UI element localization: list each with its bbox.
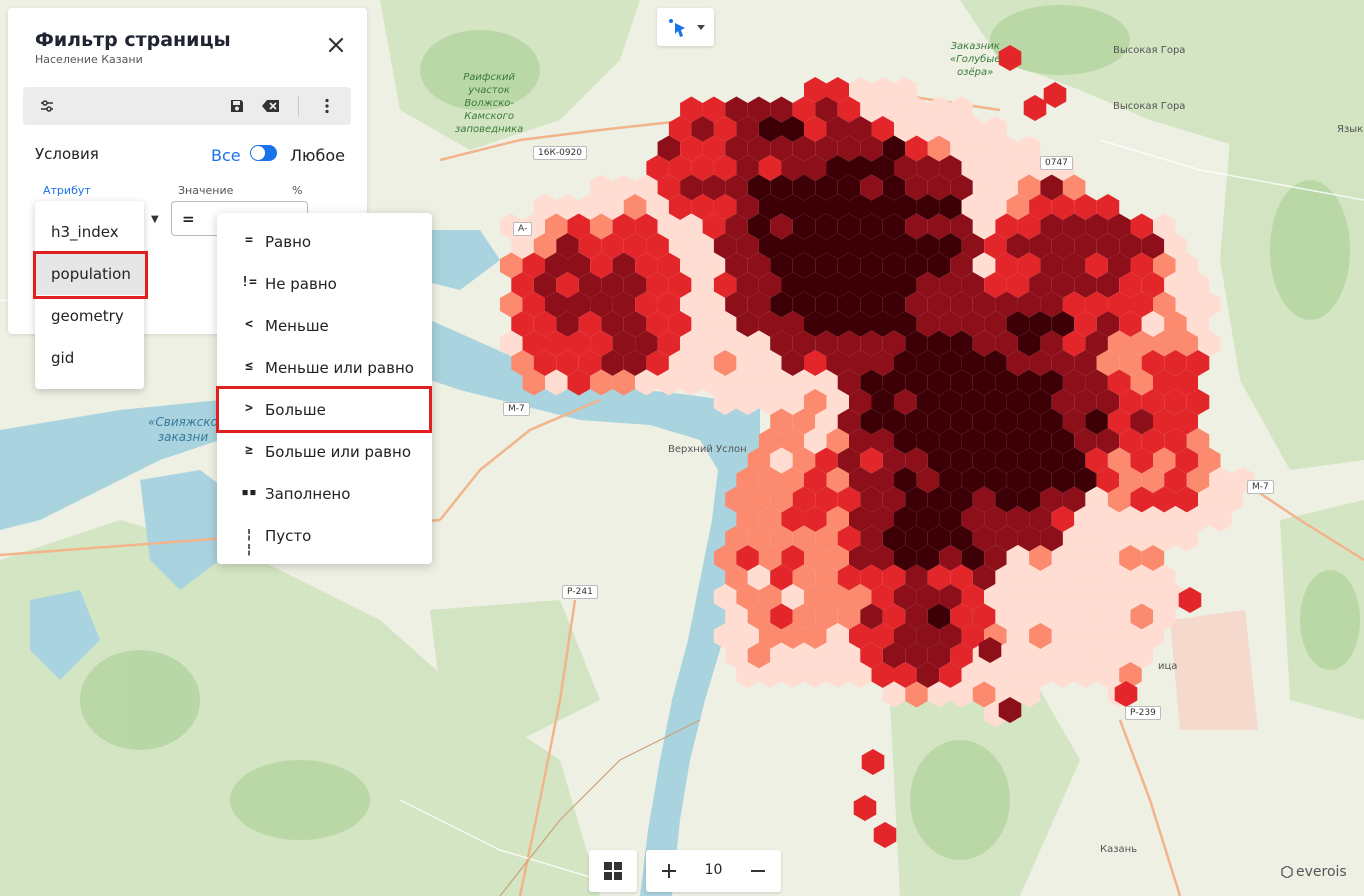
not-equal-icon: != (241, 275, 257, 290)
brand-name: everois (1296, 864, 1347, 880)
road-shield-a: А- (513, 222, 533, 236)
toggle-knob (251, 146, 265, 160)
map-label-sviyazhsk: «Свияжско заказни (148, 415, 218, 444)
mode-any-option[interactable]: Любое (290, 146, 345, 165)
operator-label: Меньше или равно (265, 359, 414, 377)
highlight-population (33, 251, 148, 299)
brand-logo: everois (1281, 864, 1347, 880)
road-shield-m7-west: М-7 (503, 402, 530, 416)
zoom-control: 10 (646, 850, 781, 892)
operator-option-empty[interactable]: ¦ ¦ Пусто (217, 515, 432, 557)
operator-select-value: = (182, 210, 195, 228)
grid-icon (604, 862, 622, 880)
save-button[interactable] (225, 94, 249, 118)
select-tool-dropdown[interactable] (657, 8, 714, 46)
minus-icon (751, 870, 765, 872)
operator-option-greater-equal[interactable]: ≥ Больше или равно (217, 431, 432, 473)
operator-label: Не равно (265, 275, 337, 293)
operator-label: Пусто (265, 527, 312, 545)
map-label-vysokaya-2: Высокая Гора (1113, 101, 1186, 112)
road-shield-16k: 16К-0920 (533, 146, 587, 160)
less-equal-icon: ≤ (245, 359, 253, 374)
filter-settings-button[interactable] (35, 94, 59, 118)
equal-icon: = (245, 233, 253, 248)
map-label-vysokaya-1: Высокая Гора (1113, 45, 1186, 56)
less-than-icon: < (245, 317, 253, 332)
operator-option-less[interactable]: < Меньше (217, 305, 432, 347)
map-label-golubye: Заказник «Голубые озёра» (950, 41, 1001, 78)
operator-label: Равно (265, 233, 312, 251)
plus-icon (662, 864, 676, 878)
page-title: Фильтр страницы (35, 29, 231, 51)
mode-toggle[interactable] (250, 145, 277, 161)
logo-icon (1281, 866, 1293, 878)
zoom-level: 10 (704, 862, 723, 878)
more-button[interactable] (315, 94, 339, 118)
road-shield-m7-east: М-7 (1247, 480, 1274, 494)
conditions-label: Условия (35, 145, 99, 163)
close-button[interactable] (325, 34, 347, 56)
operator-option-less-equal[interactable]: ≤ Меньше или равно (217, 347, 432, 389)
page-subtitle: Население Казани (35, 53, 143, 66)
map-label-tsa: ица (1158, 661, 1178, 672)
empty-icon: ¦ ¦ (245, 527, 253, 557)
operator-option-equal[interactable]: = Равно (217, 221, 432, 263)
greater-equal-icon: ≥ (245, 443, 253, 458)
value-column-label: Значение (178, 184, 234, 197)
pointer-icon (669, 19, 705, 37)
chevron-down-icon[interactable]: ▼ (151, 214, 159, 225)
sliders-icon (41, 100, 53, 112)
road-shield-r241: Р-241 (562, 585, 598, 599)
attribute-option-h3-index[interactable]: h3_index (35, 211, 144, 253)
operator-label: Больше или равно (265, 443, 412, 461)
zoom-in-button[interactable] (647, 850, 691, 892)
more-vertical-icon (325, 98, 329, 114)
map-label-raifa: Раифский участок Волжско- Камского запов… (455, 72, 524, 135)
road-shield-0747: 0747 (1040, 156, 1073, 170)
operator-label: Заполнено (265, 485, 351, 503)
backspace-icon (262, 100, 279, 112)
save-icon (231, 100, 243, 112)
attribute-option-geometry[interactable]: geometry (35, 295, 144, 337)
filter-toolbar (23, 87, 351, 125)
chevron-down-icon (697, 25, 705, 30)
grid-button[interactable] (589, 850, 637, 892)
operator-option-filled[interactable]: ▪▪ Заполнено (217, 473, 432, 515)
percent-column-label: % (292, 184, 303, 197)
close-icon (328, 37, 344, 53)
road-shield-r239: Р-239 (1125, 706, 1161, 720)
highlight-greater (216, 386, 432, 433)
map-label-yazyk: Язык (1337, 124, 1364, 135)
toolbar-divider (298, 96, 299, 116)
map-label-verkhny-uslon: Верхний Услон (668, 444, 747, 455)
attribute-option-gid[interactable]: gid (35, 337, 144, 379)
map-label-kazan-airport: Казань (1100, 844, 1138, 855)
operator-label: Меньше (265, 317, 329, 335)
operator-option-not-equal[interactable]: != Не равно (217, 263, 432, 305)
mode-all-option[interactable]: Все (211, 146, 241, 165)
clear-button[interactable] (259, 94, 283, 118)
filled-icon: ▪▪ (241, 485, 257, 500)
attribute-column-label: Атрибут (43, 184, 91, 197)
zoom-out-button[interactable] (736, 850, 780, 892)
